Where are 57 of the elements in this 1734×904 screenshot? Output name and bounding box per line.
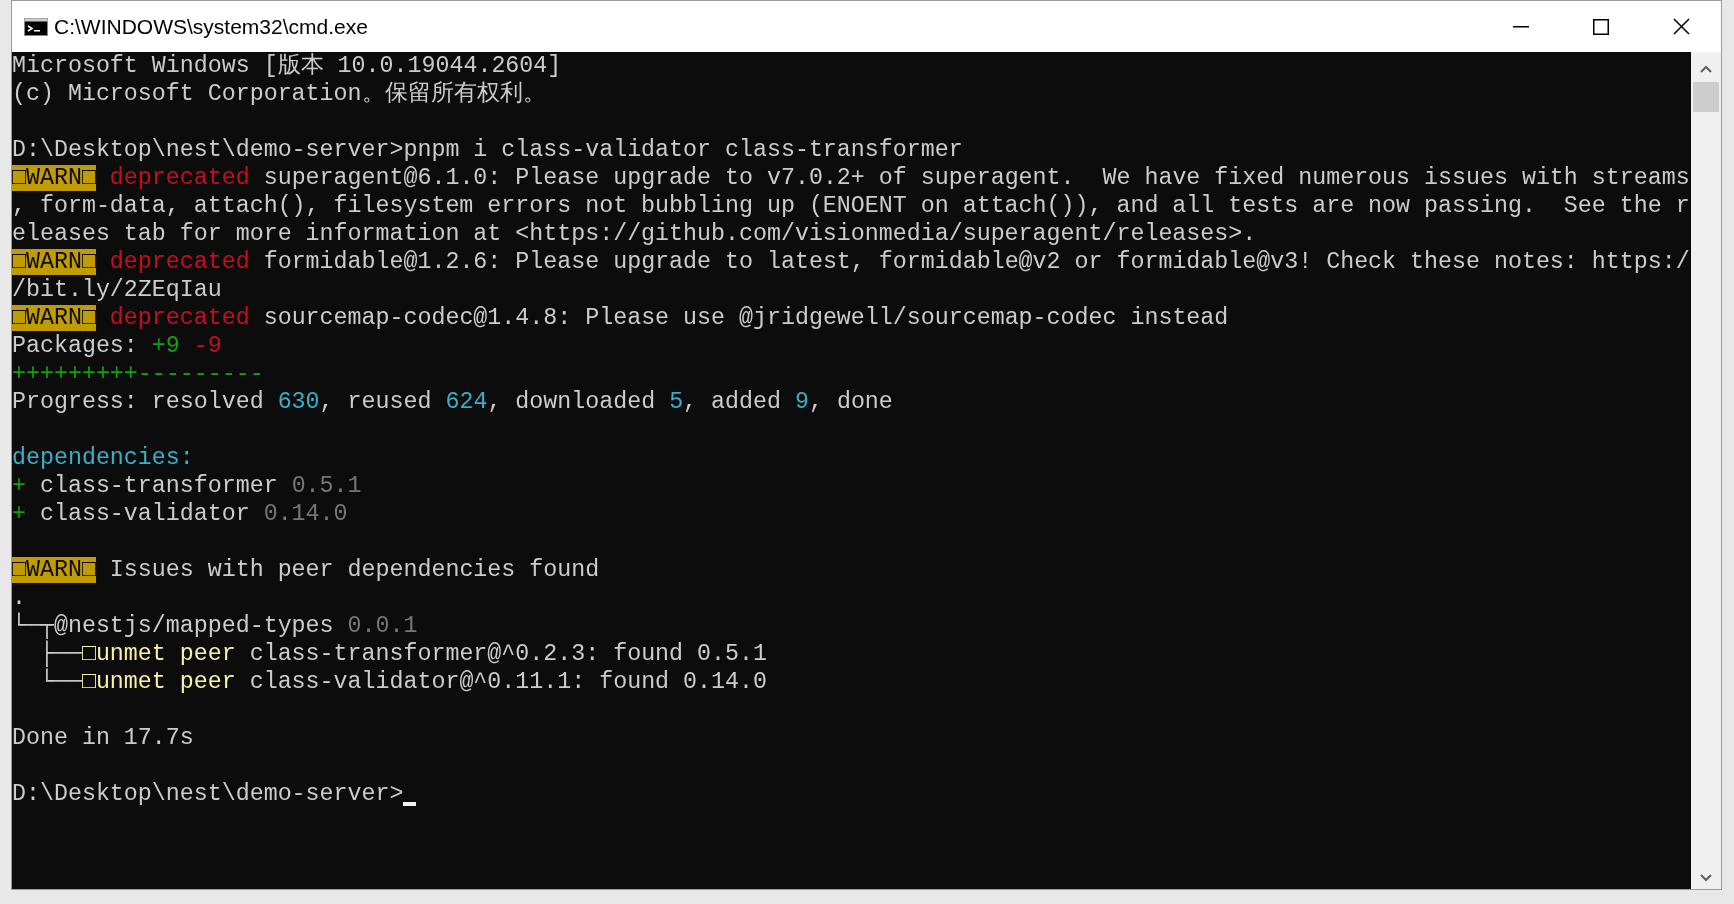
terminal-text: -9 (192, 333, 222, 359)
terminal-text: , done (808, 389, 893, 415)
scroll-up-icon[interactable] (1699, 64, 1713, 74)
terminal-text: formidable@1.2.6: Please upgrade to latest, formidable@v2 or formidable@v3! Check these notes: https:/ (262, 249, 1690, 275)
terminal-text: , reused (319, 389, 433, 415)
terminal-text: (c) Microsoft Corporation。保留所有权利。 (12, 81, 546, 107)
terminal-text: +++++++++--------- (12, 361, 264, 387)
terminal-text: Done in 17.7s (12, 725, 194, 751)
terminal-text: eleases tab for more information at <https://github.com/visionmedia/superagent/releases>. (12, 221, 1257, 247)
window-title: C:\WINDOWS\system32\cmd.exe (54, 13, 368, 40)
terminal-text: Microsoft Windows [版本 10.0.19044.2604] (12, 53, 562, 79)
terminal-text: dependencies: (12, 445, 194, 471)
terminal-text: 9 (794, 389, 809, 415)
terminal-text: □unmet peer (81, 641, 236, 667)
terminal-text: Progress: resolved (12, 389, 265, 415)
terminal-icon (24, 17, 48, 36)
terminal-text: + (12, 473, 26, 499)
terminal-text: ├── (39, 641, 82, 667)
terminal-text: 630 (277, 389, 320, 415)
terminal-text: superagent@6.1.0: Please upgrade to v7.0.2+ of superagent. We have fixed numerous issues with streams (262, 165, 1690, 191)
terminal-text: deprecated (108, 165, 250, 191)
terminal-text: 624 (445, 389, 488, 415)
terminal-text: └─┬@nestjs/mapped-types (12, 613, 335, 639)
scrollbar[interactable] (1691, 52, 1721, 889)
terminal-text: Issues with peer dependencies found (108, 557, 600, 583)
terminal-text: D:\Desktop\nest\demo-server>pnpm i class-validator class-transformer (12, 137, 963, 163)
terminal-text: /bit.ly/2ZEqIau (12, 277, 222, 303)
terminal-text: class-transformer@^0.2.3: found 0.5.1 (248, 641, 767, 667)
terminal-text: └── (38, 669, 82, 695)
terminal-text: deprecated (108, 249, 250, 275)
terminal-text: + (12, 501, 26, 527)
minimize-icon (1513, 25, 1529, 28)
warn-badge: □WARN□ (12, 305, 96, 331)
terminal-text: □unmet peer (81, 669, 236, 695)
terminal-text: , added (683, 389, 782, 415)
terminal-text: D:\Desktop\nest\demo-server> (12, 781, 404, 807)
terminal-text: deprecated (108, 305, 250, 331)
warn-badge: □WARN□ (12, 165, 96, 191)
scrollbar-thumb[interactable] (1693, 82, 1719, 112)
warn-badge: □WARN□ (12, 249, 96, 275)
terminal-text: class-validator (38, 501, 251, 527)
terminal-text: +9 (151, 333, 180, 359)
terminal-text: , form-data, attach(), filesystem errors not bubbling up (ENOENT on attach()), and all tests are now passing. See the r (12, 193, 1690, 219)
terminal-text: sourcemap-codec@1.4.8: Please use @jridgewell/sourcemap-codec instead (262, 305, 1229, 331)
terminal-text: 5 (669, 389, 684, 415)
terminal-text: Packages: (12, 333, 139, 359)
warn-badge: □WARN□ (12, 557, 96, 583)
terminal-text: . (12, 585, 26, 611)
terminal-text: 0.5.1 (291, 473, 362, 499)
terminal-text: class-validator@^0.11.1: found 0.14.0 (248, 669, 767, 695)
terminal-text: 0.0.1 (347, 613, 418, 639)
terminal-text: class-transformer (38, 473, 279, 499)
close-icon (1672, 18, 1690, 35)
terminal-text: , downloaded (487, 389, 657, 415)
scroll-down-icon[interactable] (1699, 873, 1713, 883)
maximize-icon (1593, 18, 1609, 35)
terminal-text: 0.14.0 (263, 501, 348, 527)
